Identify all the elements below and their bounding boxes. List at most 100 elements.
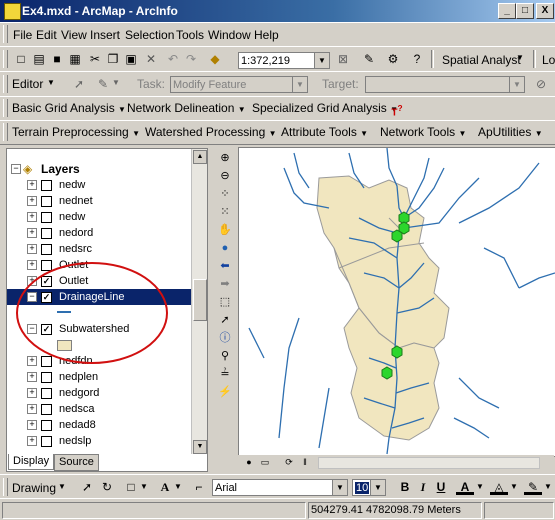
save-icon[interactable]: ■ bbox=[48, 50, 66, 68]
layer-row[interactable]: + nedsca bbox=[7, 401, 191, 417]
layer-row[interactable]: + nedw bbox=[7, 177, 191, 193]
expand-icon[interactable]: + bbox=[27, 404, 37, 414]
menu-window[interactable]: Window bbox=[208, 28, 251, 42]
expand-icon[interactable]: + bbox=[27, 180, 37, 190]
minimize-button[interactable]: _ bbox=[498, 3, 516, 19]
scroll-up-icon[interactable]: ▲ bbox=[193, 150, 207, 164]
zoom-in-icon[interactable]: ⊕ bbox=[216, 150, 234, 167]
select-features-icon[interactable]: ⬚ bbox=[216, 294, 234, 311]
edit-vertices-icon[interactable]: ⌐ bbox=[190, 478, 208, 496]
tab-display[interactable]: Display bbox=[8, 454, 55, 470]
layer-visibility-checkbox[interactable] bbox=[41, 212, 52, 223]
editor-menu[interactable]: Editor bbox=[12, 77, 43, 91]
toc-scrollbar[interactable]: ▲ ▼ bbox=[191, 149, 207, 454]
cut-off-toolbar-label[interactable]: Lo bbox=[542, 53, 555, 67]
measure-icon[interactable]: ≟ bbox=[216, 366, 234, 383]
task-dropdown[interactable]: Modify Feature ▼ bbox=[170, 76, 308, 93]
watershed-processing-menu[interactable]: Watershed Processing ▼ bbox=[145, 125, 277, 139]
hydro-tool-icon[interactable]: T? bbox=[388, 99, 406, 118]
editor-toolbar-icon[interactable]: ⊠ bbox=[334, 50, 352, 68]
toolbar-grip[interactable] bbox=[3, 50, 8, 68]
spatial-analyst-menu[interactable]: Spatial Analyst bbox=[442, 53, 521, 67]
toolbar-grip[interactable] bbox=[3, 478, 8, 496]
layer-visibility-checkbox[interactable] bbox=[41, 420, 52, 431]
new-document-icon[interactable]: □ bbox=[12, 50, 30, 68]
horizontal-scrollbar[interactable] bbox=[318, 457, 540, 469]
scroll-down-icon[interactable]: ▼ bbox=[193, 440, 207, 454]
find-icon[interactable]: ⚲ bbox=[216, 348, 234, 365]
line-color-icon[interactable]: ✎ bbox=[524, 478, 542, 495]
sketch-pencil-icon[interactable]: ✎ bbox=[94, 75, 112, 93]
layer-visibility-checkbox[interactable] bbox=[41, 196, 52, 207]
layer-row[interactable]: + Outlet bbox=[7, 257, 191, 273]
menu-tools[interactable]: Tools bbox=[176, 28, 204, 42]
print-icon[interactable]: ▦ bbox=[66, 50, 84, 68]
font-dropdown[interactable]: Arial ▼ bbox=[212, 479, 348, 496]
expand-icon[interactable]: + bbox=[27, 356, 37, 366]
select-elements-icon[interactable]: ➚ bbox=[78, 478, 96, 496]
map-display[interactable] bbox=[238, 147, 555, 457]
expand-icon[interactable]: + bbox=[27, 388, 37, 398]
paste-icon[interactable]: ▣ bbox=[122, 50, 140, 68]
menu-edit[interactable]: Edit bbox=[36, 28, 57, 42]
font-color-icon[interactable]: A bbox=[456, 478, 474, 495]
expand-icon[interactable]: + bbox=[27, 436, 37, 446]
italic-button[interactable]: I bbox=[414, 478, 432, 496]
expand-icon[interactable]: + bbox=[27, 260, 37, 270]
rotate-icon[interactable]: ↻ bbox=[98, 478, 116, 496]
basic-grid-analysis-menu[interactable]: Basic Grid Analysis ▼ bbox=[12, 101, 126, 115]
close-button[interactable]: X bbox=[536, 3, 554, 19]
layer-visibility-checkbox[interactable] bbox=[41, 356, 52, 367]
layout-view-icon[interactable]: ▭ bbox=[256, 453, 274, 471]
expand-icon[interactable]: + bbox=[27, 228, 37, 238]
full-extent-icon[interactable]: ● bbox=[216, 240, 234, 257]
expand-icon[interactable]: + bbox=[27, 276, 37, 286]
toolbar-grip[interactable] bbox=[3, 99, 8, 117]
back-icon[interactable]: ⬅ bbox=[216, 258, 234, 275]
redo-icon[interactable]: ↷ bbox=[182, 50, 200, 68]
collapse-icon[interactable]: − bbox=[11, 164, 21, 174]
layer-visibility-checkbox[interactable] bbox=[41, 372, 52, 383]
identify-icon[interactable]: ✎ bbox=[360, 50, 378, 68]
target-dropdown[interactable]: ▼ bbox=[365, 76, 525, 93]
undo-icon[interactable]: ↶ bbox=[164, 50, 182, 68]
pan-icon[interactable]: ✋ bbox=[216, 222, 234, 239]
network-delineation-menu[interactable]: Network Delineation ▼ bbox=[127, 101, 246, 115]
fill-color-icon[interactable]: ◬ bbox=[490, 478, 508, 495]
map-canvas[interactable] bbox=[239, 147, 555, 456]
underline-button[interactable]: U bbox=[432, 478, 450, 496]
layer-row[interactable]: + nedw bbox=[7, 209, 191, 225]
layer-row[interactable]: + nedfdn bbox=[7, 353, 191, 369]
fixed-zoom-out-icon[interactable]: ⁙ bbox=[216, 204, 234, 221]
layer-visibility-checkbox[interactable]: ✓ bbox=[41, 292, 52, 303]
layer-visibility-checkbox[interactable] bbox=[41, 228, 52, 239]
edit-pointer-icon[interactable]: ➚ bbox=[70, 75, 88, 93]
collapse-icon[interactable]: − bbox=[27, 292, 37, 302]
aputilities-menu[interactable]: ApUtilities ▼ bbox=[478, 125, 543, 139]
layer-row[interactable]: − ✓ Subwatershed bbox=[7, 321, 191, 337]
scale-dropdown[interactable]: 1:372,219 ▼ bbox=[238, 52, 330, 69]
menu-insert[interactable]: Insert bbox=[90, 28, 120, 42]
new-text-icon[interactable]: A bbox=[156, 478, 174, 496]
menu-file[interactable]: File bbox=[13, 28, 32, 42]
layer-visibility-checkbox[interactable] bbox=[41, 388, 52, 399]
layer-row[interactable]: + nedgord bbox=[7, 385, 191, 401]
menu-grip[interactable] bbox=[3, 25, 8, 43]
expand-icon[interactable]: + bbox=[27, 372, 37, 382]
layer-row[interactable]: + nedslp bbox=[7, 433, 191, 449]
layer-row[interactable]: + nednet bbox=[7, 193, 191, 209]
layer-visibility-checkbox[interactable] bbox=[41, 260, 52, 271]
expand-icon[interactable]: + bbox=[27, 196, 37, 206]
forward-icon[interactable]: ➡ bbox=[216, 276, 234, 293]
font-size-dropdown[interactable]: 10 ▼ bbox=[352, 479, 386, 496]
bold-button[interactable]: B bbox=[396, 478, 414, 496]
layer-visibility-checkbox[interactable] bbox=[41, 244, 52, 255]
layer-row[interactable]: − ✓ DrainageLine bbox=[7, 289, 191, 305]
layer-visibility-checkbox[interactable]: ✓ bbox=[41, 276, 52, 287]
layer-row[interactable]: + nedsrc bbox=[7, 241, 191, 257]
drawing-menu[interactable]: Drawing bbox=[12, 481, 56, 495]
select-elements-icon[interactable]: ➚ bbox=[216, 312, 234, 329]
collapse-icon[interactable]: − bbox=[27, 324, 37, 334]
attribute-tools-menu[interactable]: Attribute Tools ▼ bbox=[281, 125, 368, 139]
network-tools-menu[interactable]: Network Tools ▼ bbox=[380, 125, 466, 139]
